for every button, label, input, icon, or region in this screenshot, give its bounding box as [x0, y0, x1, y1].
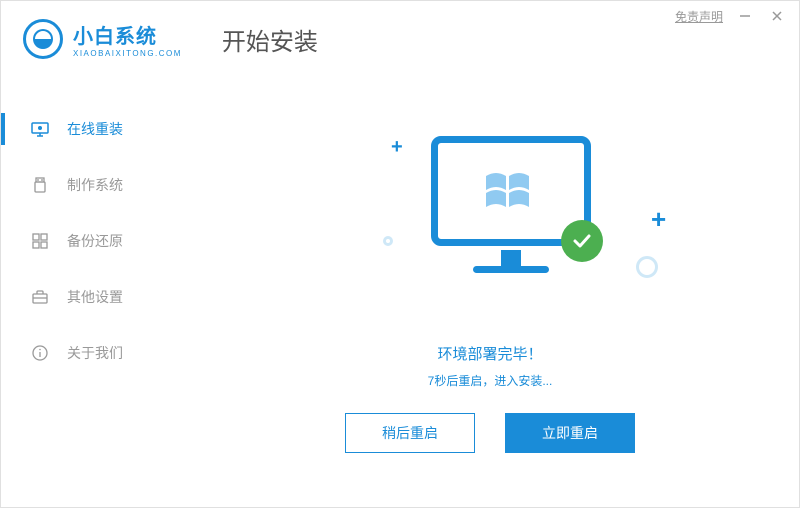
sidebar-item-label: 在线重装 [67, 119, 123, 139]
status-title: 环境部署完毕！ [201, 343, 779, 364]
close-button[interactable] [767, 6, 787, 26]
plus-icon: + [651, 204, 666, 235]
usb-icon [31, 176, 49, 194]
disclaimer-link[interactable]: 免责声明 [675, 8, 723, 25]
status-subtitle: 7秒后重启，进入安装... [201, 372, 779, 389]
windows-icon [481, 166, 541, 216]
brand-url: XIAOBAIXITONG.COM [73, 49, 182, 58]
circle-icon [636, 256, 658, 278]
circle-icon [383, 236, 393, 246]
illustration: + + [361, 116, 681, 316]
sidebar-item-about[interactable]: 关于我们 [1, 325, 176, 381]
sidebar-item-label: 其他设置 [67, 287, 123, 307]
page-title: 开始安装 [222, 22, 318, 57]
sidebar: 在线重装 制作系统 备份还原 其他设置 关于我们 [1, 101, 176, 381]
plus-icon: + [391, 136, 403, 159]
grid-icon [31, 232, 49, 250]
sidebar-item-create[interactable]: 制作系统 [1, 157, 176, 213]
brand-name: 小白系统 [73, 20, 182, 49]
sidebar-item-backup[interactable]: 备份还原 [1, 213, 176, 269]
info-icon [31, 344, 49, 362]
sidebar-item-label: 制作系统 [67, 175, 123, 195]
sidebar-item-label: 关于我们 [67, 343, 123, 363]
success-checkmark-icon [561, 220, 603, 262]
app-logo [23, 19, 63, 59]
sidebar-item-settings[interactable]: 其他设置 [1, 269, 176, 325]
restart-now-button[interactable]: 立即重启 [505, 413, 635, 453]
minimize-button[interactable] [735, 6, 755, 26]
restart-later-button[interactable]: 稍后重启 [345, 413, 475, 453]
sidebar-item-reinstall[interactable]: 在线重装 [1, 101, 176, 157]
briefcase-icon [31, 288, 49, 306]
monitor-icon [31, 120, 49, 138]
sidebar-item-label: 备份还原 [67, 231, 123, 251]
